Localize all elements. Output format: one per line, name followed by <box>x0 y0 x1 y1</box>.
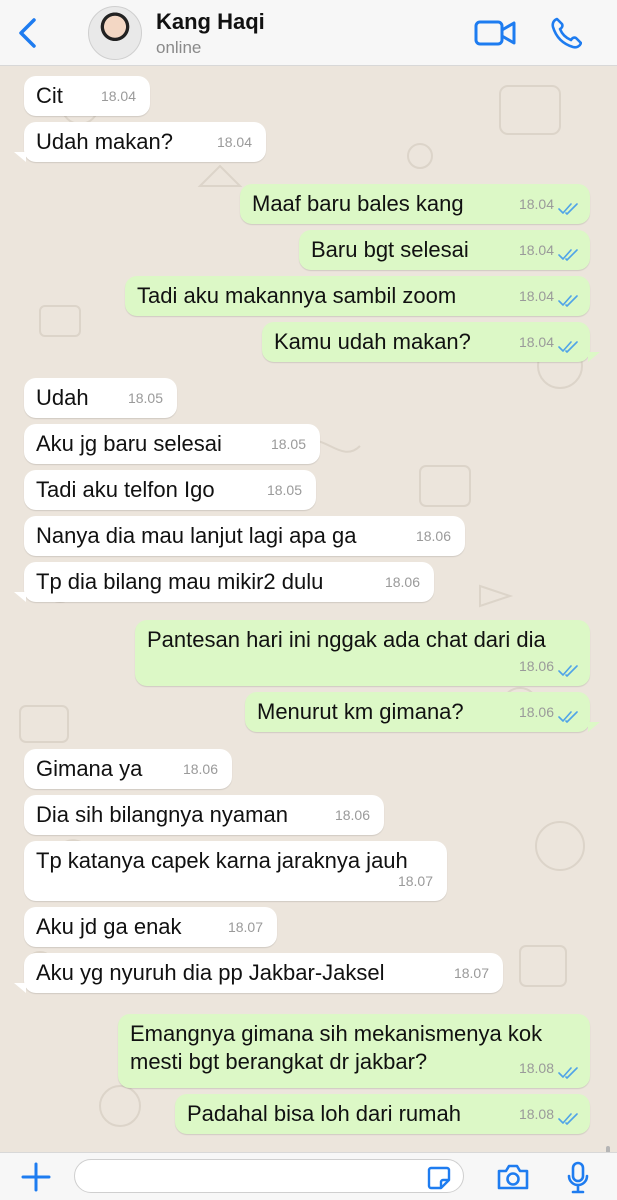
incoming-message[interactable]: Aku jg baru selesai 18.05 <box>24 424 320 464</box>
message-text: Tp katanya capek karna jaraknya jauh <box>36 848 408 873</box>
video-call-icon[interactable] <box>474 18 516 48</box>
message-text: Emangnya gimana sih mekanismenya kok mes… <box>130 1021 543 1074</box>
contact-name[interactable]: Kang Haqi <box>156 9 265 35</box>
message-time: 18.04 <box>100 88 136 104</box>
message-time: 18.05 <box>270 436 306 452</box>
read-ticks-icon <box>558 341 578 353</box>
message-time: 18.05 <box>127 390 163 406</box>
incoming-message[interactable]: Tadi aku telfon Igo 18.05 <box>24 470 316 510</box>
message-time: 18.06 <box>182 761 218 777</box>
input-bar <box>0 1152 617 1200</box>
message-time: 18.07 <box>227 919 263 935</box>
outgoing-message[interactable]: Tadi aku makannya sambil zoom 18.04 <box>125 276 590 316</box>
incoming-message[interactable]: Tp dia bilang mau mikir2 dulu 18.06 <box>24 562 434 602</box>
message-text: Aku jg baru selesai <box>36 431 222 456</box>
outgoing-message[interactable]: Emangnya gimana sih mekanismenya kok mes… <box>118 1014 590 1088</box>
microphone-icon[interactable] <box>566 1161 590 1195</box>
outgoing-message[interactable]: Pantesan hari ini nggak ada chat dari di… <box>135 620 590 686</box>
phone-call-icon[interactable] <box>550 16 582 50</box>
message-text: Tp dia bilang mau mikir2 dulu <box>36 569 324 594</box>
read-ticks-icon <box>558 665 578 677</box>
read-ticks-icon <box>558 249 578 261</box>
bubble-tail <box>588 352 600 362</box>
chat-header: Kang Haqi online <box>0 0 617 66</box>
outgoing-message[interactable]: Padahal bisa loh dari rumah 18.08 <box>175 1094 590 1134</box>
incoming-message[interactable]: Aku yg nyuruh dia pp Jakbar-Jaksel 18.07 <box>24 953 503 993</box>
read-ticks-icon <box>558 711 578 723</box>
message-time: 18.04 <box>518 196 554 212</box>
message-text: Aku yg nyuruh dia pp Jakbar-Jaksel <box>36 960 385 985</box>
chat-area[interactable]: Cit 18.04 Udah makan? 18.04 Maaf baru bales … <box>0 66 617 1152</box>
message-time: 18.07 <box>397 873 433 889</box>
bubble-tail <box>14 152 26 162</box>
back-chevron-icon[interactable] <box>14 16 44 50</box>
outgoing-message[interactable]: Kamu udah makan? 18.04 <box>262 322 590 362</box>
message-time: 18.06 <box>518 658 554 674</box>
incoming-message[interactable]: Tp katanya capek karna jaraknya jauh 18.0… <box>24 841 447 901</box>
incoming-message[interactable]: Aku jd ga enak 18.07 <box>24 907 277 947</box>
message-text: Tadi aku telfon Igo <box>36 477 215 502</box>
read-ticks-icon <box>558 295 578 307</box>
bubble-tail <box>14 592 26 602</box>
bubble-tail <box>588 722 600 732</box>
sticker-icon[interactable] <box>426 1165 452 1191</box>
incoming-message[interactable]: Udah makan? 18.04 <box>24 122 266 162</box>
outgoing-message[interactable]: Menurut km gimana? 18.06 <box>245 692 590 732</box>
message-time: 18.08 <box>518 1060 554 1076</box>
camera-icon[interactable] <box>496 1163 530 1191</box>
message-text: Pantesan hari ini nggak ada chat dari di… <box>147 627 546 652</box>
message-text: Tadi aku makannya sambil zoom <box>137 283 457 308</box>
message-time: 18.06 <box>334 807 370 823</box>
incoming-message[interactable]: Gimana ya 18.06 <box>24 749 232 789</box>
message-time: 18.04 <box>216 134 252 150</box>
outgoing-message[interactable]: Maaf baru bales kang 18.04 <box>240 184 590 224</box>
incoming-message[interactable]: Nanya dia mau lanjut lagi apa ga 18.06 <box>24 516 465 556</box>
message-time: 18.05 <box>266 482 302 498</box>
incoming-message[interactable]: Dia sih bilangnya nyaman 18.06 <box>24 795 384 835</box>
contact-status: online <box>156 38 202 57</box>
message-text: Dia sih bilangnya nyaman <box>36 802 288 827</box>
read-ticks-icon <box>558 203 578 215</box>
message-time: 18.04 <box>518 288 554 304</box>
bubble-tail <box>14 983 26 993</box>
message-text: Nanya dia mau lanjut lagi apa ga <box>36 523 357 548</box>
message-input[interactable] <box>74 1159 464 1193</box>
message-time: 18.07 <box>453 965 489 981</box>
message-time: 18.08 <box>518 1106 554 1122</box>
message-time: 18.06 <box>518 704 554 720</box>
read-ticks-icon <box>558 1113 578 1125</box>
plus-icon[interactable] <box>20 1161 52 1193</box>
contact-avatar[interactable] <box>88 6 142 60</box>
message-time: 18.06 <box>384 574 420 590</box>
incoming-message[interactable]: Udah 18.05 <box>24 378 177 418</box>
message-time: 18.06 <box>415 528 451 544</box>
message-time: 18.04 <box>518 242 554 258</box>
incoming-message[interactable]: Cit 18.04 <box>24 76 150 116</box>
read-ticks-icon <box>558 1067 578 1079</box>
outgoing-message[interactable]: Baru bgt selesai 18.04 <box>299 230 590 270</box>
message-time: 18.04 <box>518 334 554 350</box>
